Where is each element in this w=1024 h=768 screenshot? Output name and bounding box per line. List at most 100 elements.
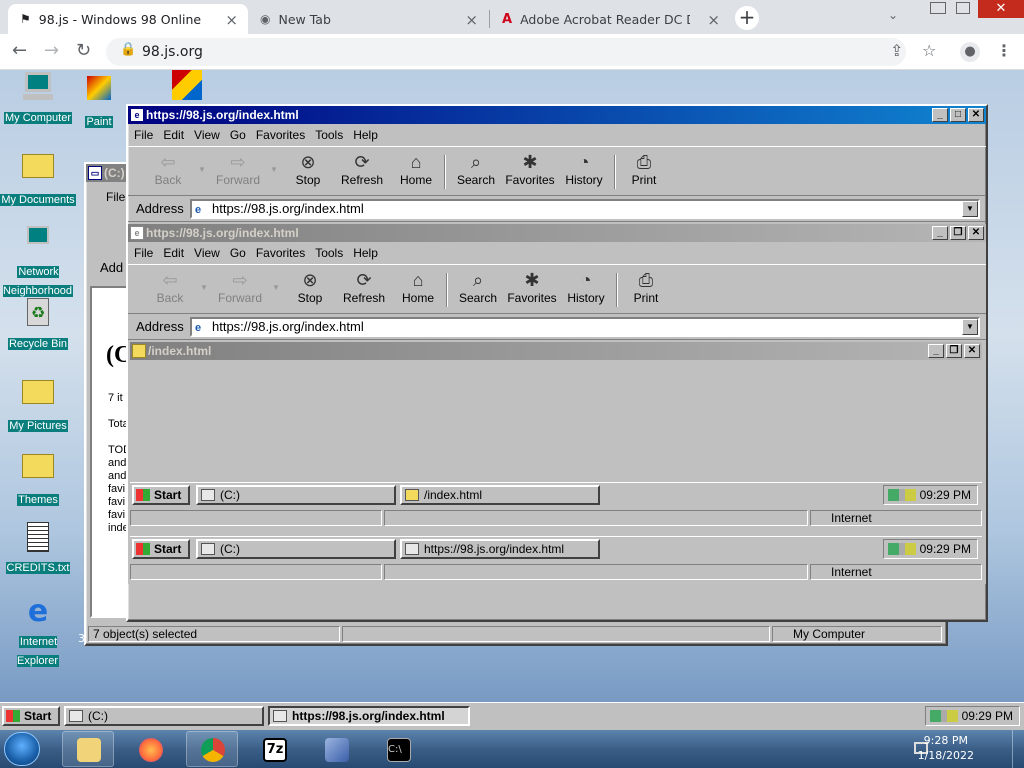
menu-tools[interactable]: Tools (315, 128, 343, 142)
desktop-icon-recycle-bin[interactable]: ♻ Recycle Bin (0, 298, 76, 351)
forward-dropdown-icon[interactable]: ▼ (272, 283, 280, 292)
menu-file[interactable]: File (134, 128, 153, 142)
taskbar-button-c[interactable]: (C:) (196, 539, 396, 559)
address-input[interactable]: e https://98.js.org/index.html ▼ (190, 317, 980, 337)
menu-go[interactable]: Go (230, 246, 246, 260)
desktop-icon-network[interactable]: Network Neighborhood (0, 222, 76, 298)
tab-acrobat[interactable]: A Adobe Acrobat Reader DC Down × (490, 4, 730, 34)
tab-search-icon[interactable]: ⌄ (888, 8, 898, 22)
restore-button[interactable]: ❐ (950, 226, 966, 240)
search-button[interactable]: ⌕ Search (450, 269, 506, 305)
profile-icon[interactable]: ● (960, 42, 980, 62)
close-button[interactable]: ✕ (968, 226, 984, 240)
forward-icon[interactable]: → (44, 40, 59, 61)
show-desktop-button[interactable] (1012, 730, 1024, 768)
chrome-menu-icon[interactable]: ⋮ (996, 41, 1012, 60)
ie-window-outer[interactable]: e https://98.js.org/index.html _ □ ✕ Fil… (126, 104, 988, 622)
address-dropdown-button[interactable]: ▼ (962, 319, 978, 335)
bookmark-star-icon[interactable]: ☆ (922, 41, 936, 60)
home-button[interactable]: ⌂ Home (390, 269, 446, 305)
menu-file[interactable]: File (106, 190, 125, 204)
taskbar-button-c[interactable]: (C:) (64, 706, 264, 726)
start-button[interactable]: Start (132, 485, 190, 505)
folder-titlebar[interactable]: /index.html _ ❐ ✕ (130, 342, 982, 360)
refresh-button[interactable]: ⟳ Refresh (334, 151, 390, 187)
restore-button[interactable]: ❐ (946, 344, 962, 358)
minimize-button[interactable]: _ (932, 108, 948, 122)
taskbar-app-explorer[interactable] (62, 731, 114, 767)
menu-edit[interactable]: Edit (163, 246, 184, 260)
menu-edit[interactable]: Edit (163, 128, 184, 142)
favorites-button[interactable]: ✱ Favorites (504, 269, 560, 305)
reload-icon[interactable]: ↻ (76, 40, 91, 61)
menu-help[interactable]: Help (353, 128, 378, 142)
desktop-icon-internet-explorer[interactable]: e Internet Explorer (0, 596, 76, 668)
menu-favorites[interactable]: Favorites (256, 128, 305, 142)
taskbar-button-ie[interactable]: https://98.js.org/index.html (268, 706, 470, 726)
back-button[interactable]: ⇦ Back (142, 269, 198, 305)
start-button[interactable]: Start (2, 706, 60, 726)
home-button[interactable]: ⌂ Home (388, 151, 444, 187)
share-icon[interactable]: ⇪ (890, 41, 903, 60)
menu-file[interactable]: File (134, 246, 153, 260)
print-button[interactable]: ⎙ Print (616, 151, 672, 187)
address-input[interactable]: e https://98.js.org/index.html ▼ (190, 199, 980, 219)
back-dropdown-icon[interactable]: ▼ (198, 165, 206, 174)
omnibox[interactable]: 🔒 98.js.org (106, 38, 906, 66)
history-button[interactable]: ◔ History (556, 151, 612, 187)
minimize-button[interactable]: _ (928, 344, 944, 358)
forward-button[interactable]: ⇨ Forward (210, 151, 266, 187)
minimize-button[interactable]: _ (932, 226, 948, 240)
taskbar-app-chrome[interactable] (186, 731, 238, 767)
menu-favorites[interactable]: Favorites (256, 246, 305, 260)
taskbar-button-ie[interactable]: https://98.js.org/index.html (400, 539, 600, 559)
desktop-icon-my-pictures[interactable]: My Pictures (0, 374, 76, 433)
history-button[interactable]: ◔ History (558, 269, 614, 305)
ie-inner-titlebar[interactable]: e https://98.js.org/index.html _ ❐ ✕ (128, 224, 986, 242)
menu-go[interactable]: Go (230, 128, 246, 142)
search-button[interactable]: ⌕ Search (448, 151, 504, 187)
desktop-icon-my-documents[interactable]: My Documents (0, 148, 76, 207)
close-window-button[interactable]: ✕ (978, 0, 1024, 18)
forward-button[interactable]: ⇨ Forward (212, 269, 268, 305)
taskbar-button-c[interactable]: (C:) (196, 485, 396, 505)
stop-button[interactable]: ⊗ Stop (280, 151, 336, 187)
refresh-button[interactable]: ⟳ Refresh (336, 269, 392, 305)
folder-window-index[interactable]: /index.html _ ❐ ✕ (130, 342, 982, 482)
desktop-icon-themes[interactable]: Themes (0, 448, 76, 507)
address-dropdown-button[interactable]: ▼ (962, 201, 978, 217)
close-button[interactable]: ✕ (968, 108, 984, 122)
close-button[interactable]: ✕ (964, 344, 980, 358)
ie-window-inner[interactable]: e https://98.js.org/index.html _ ❐ ✕ Fil… (128, 224, 986, 584)
taskbar-app-tool[interactable] (310, 731, 362, 767)
taskbar-app-cmd[interactable]: C:\ (372, 731, 424, 767)
maximize-button[interactable]: □ (950, 108, 966, 122)
desktop-icon-paint[interactable]: Paint (76, 72, 122, 129)
menu-view[interactable]: View (194, 246, 220, 260)
menu-help[interactable]: Help (353, 246, 378, 260)
new-tab-button[interactable]: + (735, 6, 759, 30)
ie-outer-titlebar[interactable]: e https://98.js.org/index.html _ □ ✕ (128, 106, 986, 124)
desktop-icon-my-computer[interactable]: My Computer (0, 72, 76, 125)
close-tab-icon[interactable]: × (707, 11, 720, 29)
tab-new-tab[interactable]: ◉ New Tab × (248, 4, 488, 34)
start-button[interactable]: Start (132, 539, 190, 559)
close-tab-icon[interactable]: × (225, 11, 238, 29)
minimize-icon[interactable] (930, 2, 946, 14)
taskbar-button-index[interactable]: /index.html (400, 485, 600, 505)
back-dropdown-icon[interactable]: ▼ (200, 283, 208, 292)
stop-button[interactable]: ⊗ Stop (282, 269, 338, 305)
windows-start-orb-icon[interactable] (4, 732, 40, 766)
win7-clock[interactable]: 9:28 PM 1/18/2022 (918, 733, 974, 763)
forward-dropdown-icon[interactable]: ▼ (270, 165, 278, 174)
favorites-button[interactable]: ✱ Favorites (502, 151, 558, 187)
print-button[interactable]: ⎙ Print (618, 269, 674, 305)
taskbar-app-7zip[interactable]: 7z (248, 731, 300, 767)
tab-98js[interactable]: ⚑ 98.js - Windows 98 Online × (8, 4, 248, 34)
menu-tools[interactable]: Tools (315, 246, 343, 260)
back-button[interactable]: ⇦ Back (140, 151, 196, 187)
restore-icon[interactable] (956, 2, 970, 14)
taskbar-app-firefox[interactable] (124, 731, 176, 767)
desktop-icon-credits[interactable]: CREDITS.txt (0, 522, 76, 575)
menu-view[interactable]: View (194, 128, 220, 142)
